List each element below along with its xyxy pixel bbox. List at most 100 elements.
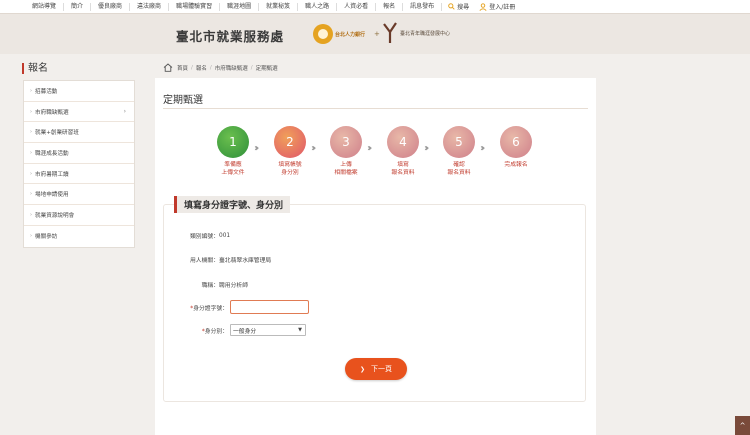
- login-label: 登入/註冊: [489, 4, 516, 11]
- home-icon[interactable]: [163, 63, 173, 72]
- logo2-label: 臺北青年職涯發展中心: [400, 30, 451, 37]
- search-icon: [448, 3, 455, 10]
- taipei-job-bank-logo[interactable]: 台北人力銀行: [313, 23, 373, 45]
- step-6: 6 完成報名: [494, 126, 538, 169]
- identity-label-wrap: *身分別：: [173, 326, 228, 335]
- step-label: 準備應 上傳文件: [221, 162, 245, 176]
- sidebar-item-summer-work[interactable]: › 市府暑期工讀: [24, 164, 134, 185]
- step-5: 5 確認 報名資料: [437, 126, 481, 177]
- bullet-icon: ›: [30, 149, 32, 156]
- sidebar-item-label: 就業資源說明會: [35, 212, 75, 219]
- step-3: 3 上傳 相關檔案: [324, 126, 368, 177]
- nav-item[interactable]: 優良廠商: [91, 2, 131, 11]
- nav-item[interactable]: 報名: [376, 2, 404, 11]
- bullet-icon: ›: [30, 108, 32, 115]
- bullet-icon: ›: [30, 191, 32, 198]
- chevron-right-icon: ››: [254, 143, 260, 154]
- site-title[interactable]: 臺北市就業服務處: [176, 26, 284, 45]
- chevron-right-icon: ››: [480, 143, 486, 154]
- nav-item[interactable]: 就業秘笈: [259, 2, 299, 11]
- step-label: 填寫帳號 身分別: [278, 162, 302, 176]
- sidebar-item-label: 市府暑期工讀: [35, 171, 69, 178]
- back-to-top-button[interactable]: ^: [735, 416, 750, 435]
- sidebar-item-label: 場地申請使用: [35, 192, 69, 199]
- identity-selected: 一般身分: [233, 328, 257, 335]
- breadcrumb-link[interactable]: 報名: [196, 64, 207, 72]
- breadcrumb-link[interactable]: 首頁: [177, 64, 188, 72]
- nav-item[interactable]: 職人之路: [298, 2, 338, 11]
- step-badge: 2: [274, 126, 306, 158]
- sun-logo-icon: [313, 24, 333, 44]
- position-value: 聘用分析師: [219, 283, 248, 289]
- chevron-right-icon: ››: [367, 143, 373, 154]
- main-panel: 定期甄選 1 準備應 上傳文件 ›› 2 填寫帳號 身分別 ›› 3 上傳 相關…: [155, 78, 596, 435]
- bullet-icon: ›: [30, 233, 32, 240]
- sidebar-item-recruitment[interactable]: › 招募活動: [24, 81, 134, 102]
- nav-item[interactable]: 違法廠商: [130, 2, 170, 11]
- position-row: 職稱： 聘用分析師: [164, 280, 248, 289]
- step-badge: 4: [387, 126, 419, 158]
- id-form: 填寫身分證字號、身分別 類別編號： 001 用人機關： 臺北翡翠水庫管理局 職稱…: [163, 196, 586, 402]
- employer-label: 用人機關：: [190, 258, 219, 264]
- identity-label: 身分別：: [204, 328, 228, 335]
- chevron-down-icon: ❯: [359, 365, 366, 373]
- nav-item[interactable]: 職涯地圖: [220, 2, 260, 11]
- bullet-icon: ›: [30, 87, 32, 94]
- bullet-icon: ›: [30, 211, 32, 218]
- page-title: 定期甄選: [163, 95, 203, 106]
- bullet-icon: ›: [30, 170, 32, 177]
- next-page-button[interactable]: ❯ 下一頁: [345, 358, 407, 380]
- sidebar-item-label: 市府職缺甄選: [35, 109, 69, 116]
- sidebar-item-city-vacancy[interactable]: › 市府職缺甄選 ›: [24, 102, 134, 123]
- breadcrumb: 首頁 / 報名 / 市府職缺甄選 / 定期甄選: [163, 63, 278, 72]
- step-1: 1 準備應 上傳文件: [211, 126, 255, 177]
- breadcrumb-separator: /: [191, 64, 193, 71]
- nav-item[interactable]: 簡介: [64, 2, 92, 11]
- position-label: 職稱：: [201, 283, 219, 289]
- sidebar-item-venue[interactable]: › 場地申請使用: [24, 184, 134, 206]
- id-number-input[interactable]: [230, 300, 309, 314]
- sidebar-item-label: 機關參訪: [35, 234, 58, 241]
- step-label: 確認 報名資料: [447, 162, 471, 176]
- step-badge: 6: [500, 126, 532, 158]
- login-link[interactable]: 登入/註冊: [479, 2, 515, 11]
- chevron-down-icon: ▼: [298, 327, 302, 333]
- breadcrumb-current: 定期甄選: [255, 65, 278, 72]
- y-logo-icon: [383, 22, 397, 43]
- nav-item[interactable]: 職場體驗實習: [169, 2, 221, 11]
- user-icon: [479, 2, 487, 11]
- breadcrumb-link[interactable]: 市府職缺甄選: [215, 64, 248, 72]
- identity-row: *身分別： 一般身分 ▼: [173, 324, 306, 336]
- next-page-label: 下一頁: [371, 365, 393, 373]
- sidebar-item-visit[interactable]: › 機關參訪: [24, 226, 134, 247]
- step-4: 4 填寫 報名資料: [381, 126, 425, 177]
- id-label-wrap: *身分證字號：: [173, 303, 228, 312]
- nav-item[interactable]: 訊息發布: [403, 2, 443, 11]
- logo1-label: 台北人力銀行: [335, 31, 366, 38]
- sidebar-title: 報名: [22, 63, 48, 74]
- chevron-right-icon: ›: [123, 108, 126, 116]
- chevron-right-icon: ››: [311, 143, 317, 154]
- search-link[interactable]: 搜尋: [448, 2, 469, 11]
- banner: 臺北市就業服務處 台北人力銀行 + 臺北青年職涯發展中心: [0, 14, 750, 54]
- sidebar-item-label: 職涯成長活動: [35, 150, 69, 157]
- step-label: 上傳 相關檔案: [334, 162, 358, 176]
- nav-item[interactable]: 網站導覽: [25, 2, 65, 11]
- divider: [163, 108, 588, 109]
- sidebar-item-workshop[interactable]: › 就業+創業研習班: [24, 122, 134, 144]
- plus-sign: +: [374, 30, 380, 38]
- step-label: 填寫 報名資料: [391, 162, 415, 176]
- top-nav: 網站導覽 簡介 優良廠商 違法廠商 職場體驗實習 職涯地圖 就業秘笈 職人之路 …: [0, 0, 750, 14]
- bullet-icon: ›: [30, 129, 32, 136]
- progress-steps: 1 準備應 上傳文件 ›› 2 填寫帳號 身分別 ›› 3 上傳 相關檔案 ››…: [155, 126, 596, 184]
- youth-career-logo[interactable]: 臺北青年職涯發展中心: [382, 22, 450, 44]
- breadcrumb-separator: /: [209, 64, 212, 71]
- sidebar-item-career-growth[interactable]: › 職涯成長活動: [24, 143, 134, 164]
- identity-select[interactable]: 一般身分 ▼: [230, 324, 306, 336]
- sidebar-item-briefing[interactable]: › 就業資源說明會: [24, 205, 134, 226]
- nav-item[interactable]: 人資必看: [337, 2, 377, 11]
- employer-value: 臺北翡翠水庫管理局: [219, 258, 272, 264]
- sidebar-item-label: 就業+創業研習班: [35, 130, 79, 137]
- chevron-right-icon: ››: [424, 143, 430, 154]
- step-badge: 1: [217, 126, 249, 158]
